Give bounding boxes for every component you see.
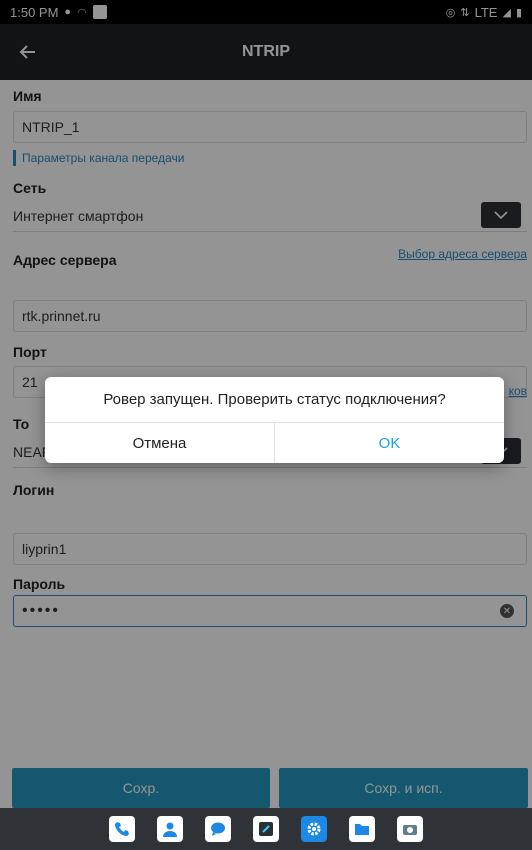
- camera-icon[interactable]: [397, 816, 423, 842]
- app-icon[interactable]: [253, 816, 279, 842]
- files-icon[interactable]: [349, 816, 375, 842]
- phone-icon[interactable]: [109, 816, 135, 842]
- confirm-dialog: Ровер запущен. Проверить статус подключе…: [45, 377, 504, 463]
- dock-bar: [0, 808, 532, 850]
- dialog-actions: Отмена OK: [45, 422, 504, 463]
- messages-icon[interactable]: [205, 816, 231, 842]
- settings-icon[interactable]: [301, 816, 327, 842]
- dialog-message: Ровер запущен. Проверить статус подключе…: [103, 391, 446, 408]
- cancel-button[interactable]: Отмена: [45, 423, 275, 463]
- contacts-icon[interactable]: [157, 816, 183, 842]
- ok-button[interactable]: OK: [275, 423, 504, 463]
